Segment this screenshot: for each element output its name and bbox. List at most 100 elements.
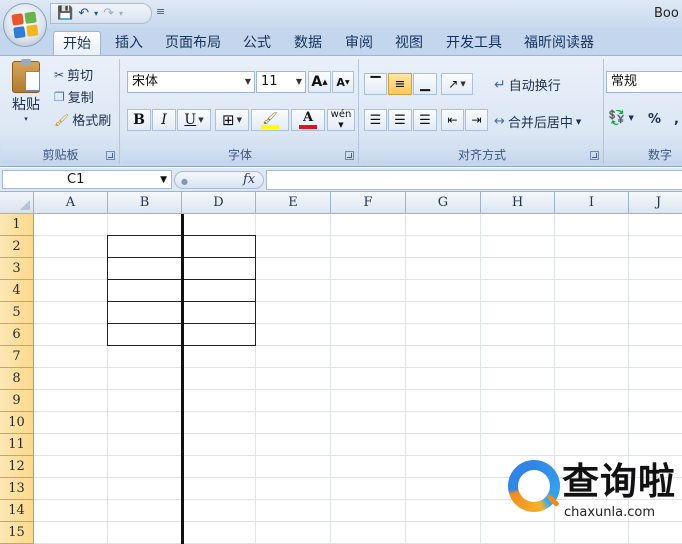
row-header[interactable]: 14 bbox=[0, 500, 34, 522]
tab-data[interactable]: 数据 bbox=[285, 31, 331, 55]
borders-button[interactable]: ⊞ ▼ bbox=[215, 109, 249, 131]
tab-formulas[interactable]: 公式 bbox=[234, 31, 280, 55]
font-name-dropdown-icon[interactable]: ▼ bbox=[245, 72, 251, 92]
comma-button[interactable]: , bbox=[674, 112, 679, 127]
hidden-column-indicator[interactable] bbox=[181, 214, 184, 544]
row-header[interactable]: 11 bbox=[0, 434, 34, 456]
undo-dropdown-icon[interactable]: ▾ bbox=[94, 9, 98, 18]
font-launcher-icon[interactable] bbox=[345, 151, 354, 160]
number-format-combo[interactable]: 常规 bbox=[606, 71, 682, 93]
resize-handle-icon[interactable]: ● bbox=[181, 177, 188, 186]
row-header[interactable]: 10 bbox=[0, 412, 34, 434]
bordered-cell[interactable] bbox=[181, 257, 256, 280]
save-icon[interactable]: 💾 bbox=[57, 7, 73, 20]
format-painter-button[interactable]: 🖌 格式刷 bbox=[54, 110, 111, 130]
row-header[interactable]: 7 bbox=[0, 346, 34, 368]
select-all-button[interactable] bbox=[0, 192, 34, 214]
tab-view[interactable]: 视图 bbox=[386, 31, 432, 55]
currency-button[interactable]: 💱 ▼ bbox=[608, 111, 634, 125]
font-size-dropdown-icon[interactable]: ▼ bbox=[296, 72, 302, 92]
paste-dropdown-icon[interactable]: ▾ bbox=[24, 115, 28, 123]
row-header[interactable]: 5 bbox=[0, 302, 34, 324]
tab-developer[interactable]: 开发工具 bbox=[437, 31, 511, 55]
bordered-cell[interactable] bbox=[181, 301, 256, 324]
clipboard-launcher-icon[interactable] bbox=[106, 151, 115, 160]
column-header[interactable]: D bbox=[182, 192, 256, 214]
row-header[interactable]: 15 bbox=[0, 522, 34, 544]
increase-indent-button[interactable]: ⇥ bbox=[465, 109, 488, 131]
tab-home[interactable]: 开始 bbox=[53, 31, 101, 55]
tab-insert[interactable]: 插入 bbox=[106, 31, 152, 55]
column-header[interactable]: G bbox=[406, 192, 481, 214]
shrink-font-button[interactable]: A ▼ bbox=[332, 71, 354, 93]
alignment-launcher-icon[interactable] bbox=[590, 151, 599, 160]
column-header[interactable]: J bbox=[629, 192, 682, 214]
column-header[interactable]: I bbox=[555, 192, 629, 214]
column-header[interactable]: F bbox=[331, 192, 406, 214]
formula-input[interactable] bbox=[266, 170, 682, 190]
tab-foxit-reader[interactable]: 福昕阅读器 bbox=[515, 31, 603, 55]
font-size-combo[interactable]: 11 ▼ bbox=[256, 71, 306, 93]
align-center-button[interactable]: ☰ bbox=[388, 109, 412, 131]
undo-icon[interactable]: ↶ bbox=[78, 7, 89, 20]
bordered-cell[interactable] bbox=[181, 279, 256, 302]
office-button[interactable] bbox=[3, 3, 47, 47]
font-color-button[interactable]: A bbox=[291, 109, 325, 131]
phonetic-button[interactable]: wén ▼ bbox=[327, 109, 355, 131]
row-header[interactable]: 3 bbox=[0, 258, 34, 280]
decrease-indent-button[interactable]: ⇤ bbox=[441, 109, 464, 131]
column-header[interactable]: H bbox=[481, 192, 555, 214]
borders-dropdown-icon[interactable]: ▼ bbox=[237, 116, 242, 124]
row-header[interactable]: 6 bbox=[0, 324, 34, 346]
italic-button[interactable]: I bbox=[152, 109, 176, 131]
name-box-dropdown-icon[interactable]: ▼ bbox=[160, 172, 167, 189]
phonetic-dropdown-icon[interactable]: ▼ bbox=[338, 120, 343, 130]
orientation-dropdown-icon[interactable]: ▼ bbox=[460, 80, 465, 88]
bordered-cell[interactable] bbox=[181, 235, 256, 258]
fill-color-button[interactable]: 🖌 bbox=[251, 109, 289, 131]
bordered-cell[interactable] bbox=[107, 279, 182, 302]
align-left-button[interactable]: ☰ bbox=[364, 109, 387, 131]
tab-page-layout[interactable]: 页面布局 bbox=[156, 31, 230, 55]
align-right-button[interactable]: ☰ bbox=[413, 109, 437, 131]
bordered-cell[interactable] bbox=[107, 235, 182, 258]
row-header[interactable]: 1 bbox=[0, 214, 34, 236]
underline-dropdown-icon[interactable]: ▼ bbox=[198, 116, 203, 124]
bordered-cell[interactable] bbox=[107, 257, 182, 280]
paste-button[interactable]: 粘贴 ▾ bbox=[6, 59, 46, 123]
redo-dropdown-icon[interactable]: ▾ bbox=[119, 9, 123, 18]
name-box[interactable]: C1 ▼ bbox=[2, 170, 172, 189]
merge-center-button[interactable]: ↔ 合并后居中 ▼ bbox=[494, 112, 581, 131]
bordered-cell[interactable] bbox=[107, 323, 182, 346]
underline-button[interactable]: U ▼ bbox=[177, 109, 211, 131]
wrap-text-button[interactable]: ↵ 自动换行 bbox=[494, 75, 561, 95]
column-header[interactable]: E bbox=[256, 192, 331, 214]
column-header[interactable]: A bbox=[34, 192, 108, 214]
align-bottom-button[interactable]: ▁ bbox=[413, 73, 437, 95]
orientation-button[interactable]: ↗ ▼ bbox=[441, 73, 473, 95]
row-header[interactable]: 13 bbox=[0, 478, 34, 500]
cut-button[interactable]: ✂ 剪切 bbox=[54, 65, 93, 85]
font-name-combo[interactable]: 宋体 ▼ bbox=[127, 71, 255, 93]
copy-button[interactable]: ❐ 复制 bbox=[54, 87, 94, 107]
merge-center-dropdown-icon[interactable]: ▼ bbox=[576, 118, 581, 126]
row-header[interactable]: 4 bbox=[0, 280, 34, 302]
column-header[interactable]: B bbox=[108, 192, 182, 214]
bold-button[interactable]: B bbox=[127, 109, 151, 131]
tab-review[interactable]: 审阅 bbox=[336, 31, 382, 55]
redo-icon[interactable]: ↷ bbox=[103, 7, 114, 20]
bordered-cell[interactable] bbox=[181, 323, 256, 346]
row-header[interactable]: 9 bbox=[0, 390, 34, 412]
row-header[interactable]: 12 bbox=[0, 456, 34, 478]
grow-font-button[interactable]: A ▲ bbox=[308, 71, 331, 93]
insert-function-button[interactable]: fx bbox=[243, 172, 255, 187]
fill-bucket-icon: 🖌 bbox=[262, 110, 278, 125]
currency-dropdown-icon[interactable]: ▼ bbox=[628, 114, 633, 122]
align-top-button[interactable]: ▔ bbox=[364, 73, 387, 95]
bordered-cell[interactable] bbox=[107, 301, 182, 324]
percent-button[interactable]: % bbox=[648, 112, 661, 127]
align-middle-button[interactable]: ≡ bbox=[388, 73, 412, 95]
row-header[interactable]: 2 bbox=[0, 236, 34, 258]
row-header[interactable]: 8 bbox=[0, 368, 34, 390]
customize-qat-icon[interactable]: ≡ bbox=[156, 5, 165, 18]
